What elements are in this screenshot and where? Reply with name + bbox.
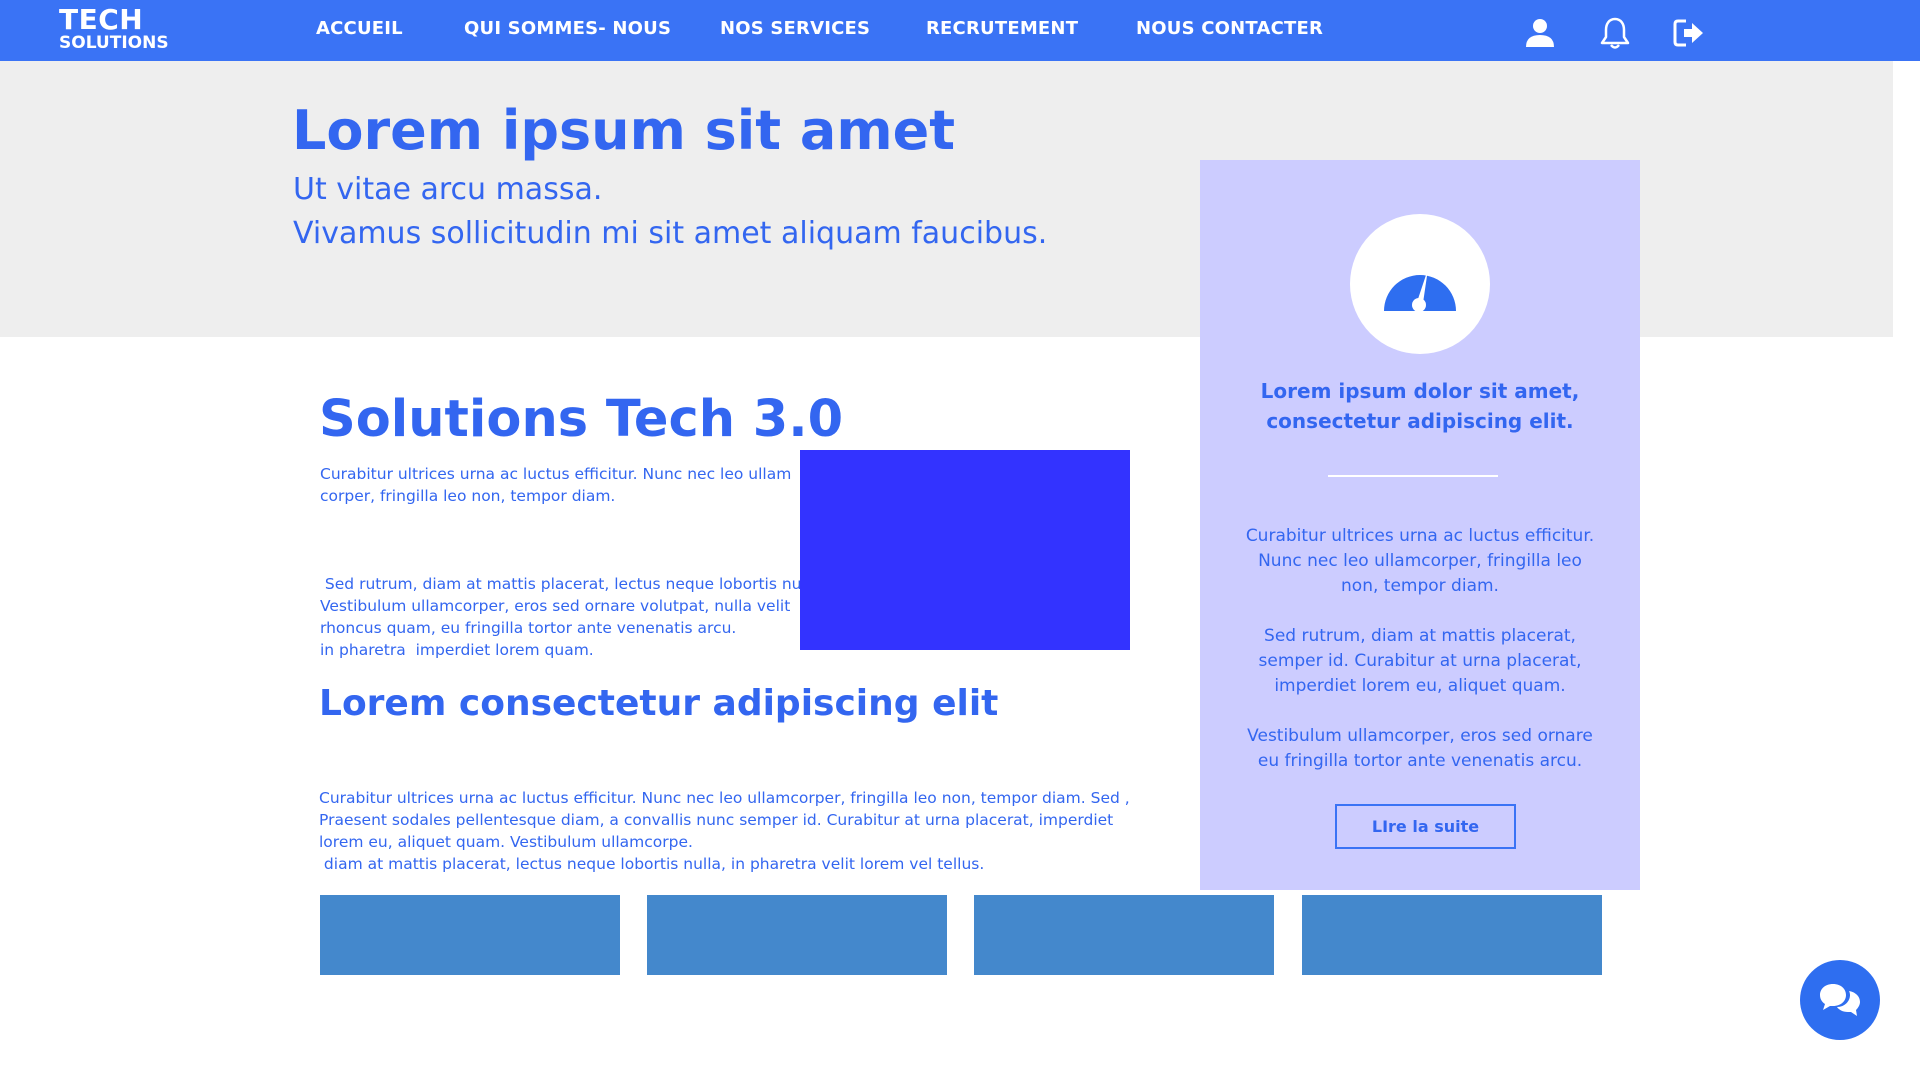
- paragraph-line: corper, fringilla leo non, tempor diam.: [320, 487, 616, 505]
- card-heading-line: consectetur adipiscing elit.: [1266, 409, 1574, 433]
- paragraph-line: Vestibulum ullamcorper, eros sed ornare …: [320, 597, 791, 615]
- brand-line1: TECH: [59, 3, 144, 36]
- card-paragraph-line: imperdiet lorem eu, aliquet quam.: [1274, 676, 1566, 696]
- section-title: Solutions Tech 3.0: [319, 390, 844, 449]
- hero-title: Lorem ipsum sit amet: [292, 99, 956, 162]
- media-placeholder: [800, 450, 1130, 650]
- nav-item-recrutement[interactable]: RECRUTEMENT: [926, 18, 1078, 39]
- info-card: Lorem ipsum dolor sit amet, consectetur …: [1200, 160, 1640, 890]
- feature-tile-4[interactable]: [1302, 895, 1602, 975]
- card-heading: Lorem ipsum dolor sit amet, consectetur …: [1200, 376, 1640, 436]
- paragraph-line: lorem eu, aliquet quam. Vestibulum ullam…: [319, 833, 693, 851]
- card-paragraph-line: eu fringilla tortor ante venenatis arcu.: [1257, 751, 1583, 771]
- chat-bubbles-icon: [1820, 984, 1860, 1016]
- paragraph-line: Curabitur ultrices urna ac luctus effici…: [319, 789, 1130, 807]
- card-paragraph-line: Curabitur ultrices urna ac luctus effici…: [1245, 526, 1595, 546]
- hero-subtitle-line2: Vivamus sollicitudin mi sit amet aliquam…: [293, 216, 1048, 251]
- dashboard-gauge-icon: [1384, 257, 1456, 312]
- logout-icon[interactable]: [1672, 16, 1706, 50]
- paragraph: Vestibulum ullamcorper, eros sed ornare …: [320, 595, 790, 639]
- top-navbar: TECH SOLUTIONS ACCUEIL QUI SOMMES- NOUS …: [0, 0, 1920, 61]
- feature-tile-3[interactable]: [974, 895, 1274, 975]
- chat-button[interactable]: [1800, 960, 1880, 1040]
- brand-line2: SOLUTIONS: [59, 33, 169, 53]
- paragraph: Praesent sodales pellentesque diam, a co…: [319, 809, 1113, 853]
- user-icon[interactable]: [1523, 16, 1557, 50]
- card-paragraph-line: Vestibulum ullamcorper, eros sed ornare: [1247, 726, 1593, 746]
- paragraph-line: Praesent sodales pellentesque diam, a co…: [319, 811, 1114, 829]
- paragraph: Curabitur ultrices urna ac luctus effici…: [320, 463, 791, 507]
- nav-item-accueil[interactable]: ACCUEIL: [316, 18, 403, 39]
- section-subtitle: Lorem consectetur adipiscing elit: [319, 683, 999, 724]
- feature-tile-2[interactable]: [647, 895, 947, 975]
- brand-logo[interactable]: TECH SOLUTIONS: [59, 6, 169, 52]
- card-paragraph-line: Sed rutrum, diam at mattis placerat,: [1264, 626, 1576, 646]
- card-paragraph: Sed rutrum, diam at mattis placerat, sem…: [1240, 624, 1600, 699]
- paragraph-line: in pharetra imperdiet lorem quam.: [320, 641, 594, 659]
- nav-item-nos-services[interactable]: NOS SERVICES: [720, 18, 870, 39]
- hero-subtitle-line1: Ut vitae arcu massa.: [293, 172, 603, 207]
- card-paragraph-line: semper id. Curabitur at urna placerat,: [1258, 651, 1582, 671]
- paragraph-line: diam at mattis placerat, lectus neque lo…: [319, 855, 985, 873]
- paragraph-line: rhoncus quam, eu fringilla tortor ante v…: [320, 619, 737, 637]
- paragraph-line: Curabitur ultrices urna ac luctus effici…: [320, 465, 792, 483]
- feature-tile-1[interactable]: [320, 895, 620, 975]
- nav-item-qui-sommes-nous[interactable]: QUI SOMMES- NOUS: [464, 18, 671, 39]
- card-paragraph: Curabitur ultrices urna ac luctus effici…: [1240, 524, 1600, 599]
- card-divider: [1328, 475, 1498, 477]
- card-paragraph: Vestibulum ullamcorper, eros sed ornare …: [1240, 724, 1600, 774]
- card-paragraph-line: non, tempor diam.: [1341, 576, 1499, 596]
- nav-item-nous-contacter[interactable]: NOUS CONTACTER: [1136, 18, 1323, 39]
- paragraph-line: Sed rutrum, diam at mattis placerat, lec…: [320, 575, 825, 593]
- card-heading-line: Lorem ipsum dolor sit amet,: [1260, 379, 1580, 403]
- bell-icon[interactable]: [1598, 16, 1632, 50]
- card-paragraph-line: Nunc nec leo ullamcorper, fringilla leo: [1258, 551, 1582, 571]
- gauge-badge: [1350, 214, 1490, 354]
- read-more-button[interactable]: LIre la suite: [1335, 804, 1516, 849]
